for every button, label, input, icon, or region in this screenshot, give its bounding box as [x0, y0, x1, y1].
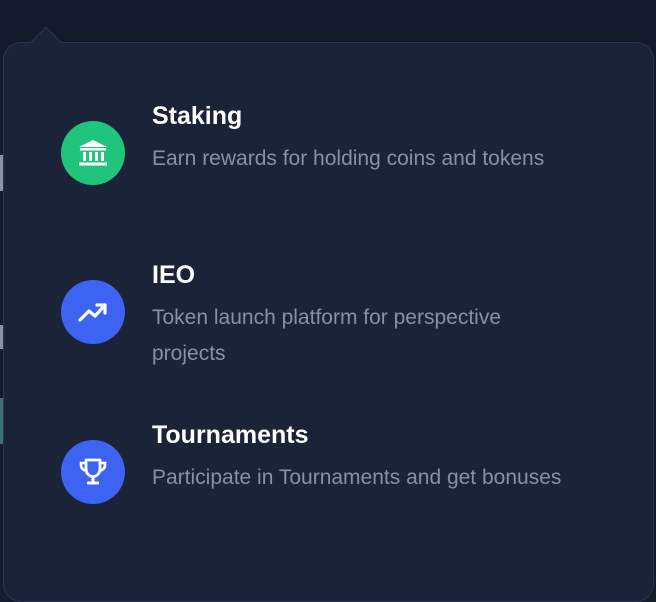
trophy-icon: [61, 440, 125, 504]
menu-item-description: Participate in Tournaments and get bonus…: [152, 466, 562, 489]
products-dropdown-menu: Staking Earn rewards for holding coins a…: [3, 26, 654, 602]
menu-item-description: Earn rewards for holding coins and token…: [152, 147, 545, 170]
trending-up-icon: [61, 280, 125, 344]
menu-item-title: Staking: [152, 102, 243, 130]
menu-item-title: Tournaments: [152, 421, 309, 449]
menu-item-tournaments[interactable]: Tournaments Participate in Tournaments a…: [61, 420, 581, 540]
menu-item-title: IEO: [152, 261, 196, 289]
menu-item-description: Token launch platform for perspective pr…: [152, 306, 502, 365]
bank-icon: [61, 121, 125, 185]
menu-item-ieo[interactable]: IEO Token launch platform for perspectiv…: [61, 260, 581, 380]
menu-item-staking[interactable]: Staking Earn rewards for holding coins a…: [61, 101, 581, 221]
